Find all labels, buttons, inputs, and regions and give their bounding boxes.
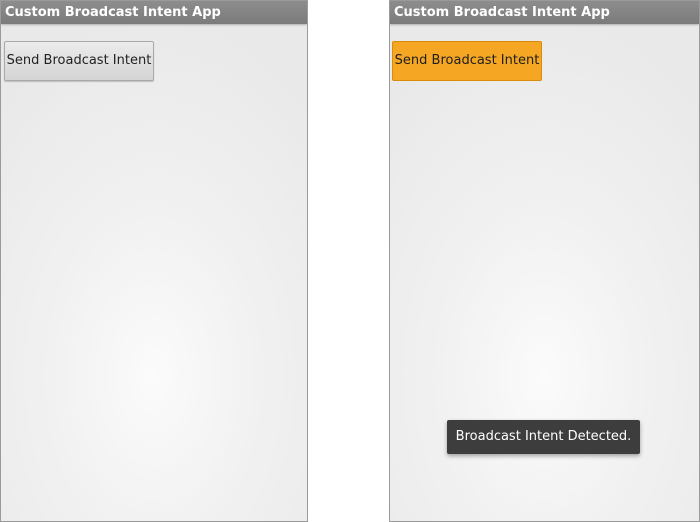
app-title-bar: Custom Broadcast Intent App bbox=[390, 1, 699, 24]
device-screen-after: Custom Broadcast Intent App Send Broadca… bbox=[389, 0, 700, 522]
send-broadcast-button[interactable]: Send Broadcast Intent bbox=[4, 41, 154, 81]
app-title: Custom Broadcast Intent App bbox=[5, 5, 221, 20]
toast-notification: Broadcast Intent Detected. bbox=[447, 420, 640, 454]
app-title-bar: Custom Broadcast Intent App bbox=[1, 1, 307, 24]
send-broadcast-button-pressed[interactable]: Send Broadcast Intent bbox=[392, 41, 542, 81]
app-title: Custom Broadcast Intent App bbox=[394, 5, 610, 20]
device-screen-before: Custom Broadcast Intent App Send Broadca… bbox=[0, 0, 308, 522]
